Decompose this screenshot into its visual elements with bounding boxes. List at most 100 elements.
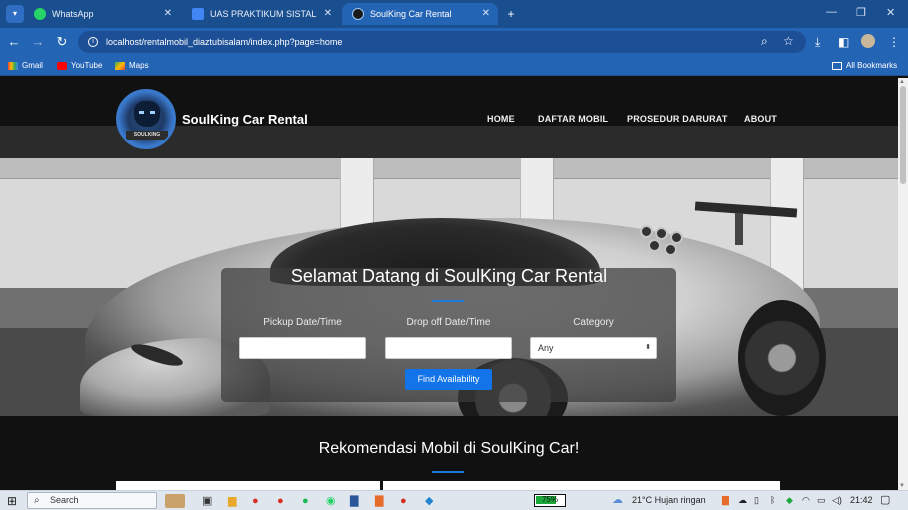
bookmark-label: Maps (129, 61, 149, 70)
category-select[interactable]: Any ⬍ (530, 337, 657, 359)
all-bookmarks-label: All Bookmarks (846, 61, 898, 70)
close-tab-icon[interactable]: ✕ (324, 8, 332, 19)
maps-icon (115, 61, 125, 70)
heading-underline (432, 471, 464, 473)
dropoff-label: Drop off Date/Time (406, 317, 491, 328)
tab-title: UAS PRAKTIKUM SISTAL (210, 9, 317, 19)
heading-underline (432, 300, 464, 302)
download-icon[interactable]: ⤓ (815, 35, 820, 50)
hero-section: SOULKING SoulKing Car Rental HOME DAFTAR… (0, 78, 898, 416)
recommendation-section: Rekomendasi Mobil di SoulKing Car! (0, 416, 898, 490)
notification-icon[interactable]: ▢ (880, 493, 890, 506)
whatsapp-taskbar-icon[interactable]: ◉ (326, 494, 336, 508)
url-text: localhost/rentalmobil_diaztubisalam/inde… (106, 37, 343, 47)
folder-icon (832, 61, 842, 70)
vscode-icon[interactable]: ◆ (425, 494, 433, 508)
windows-taskbar: ⊞ ⌕ Search ▣ ▆ ● ● ● ◉ ▇ ▇ ● ◆ 75% ☁ 21°… (0, 490, 908, 510)
taskbar-search[interactable]: ⌕ Search (27, 492, 157, 509)
profile-avatar[interactable] (861, 34, 875, 48)
wifi-icon[interactable]: ◠ (802, 495, 810, 506)
clock[interactable]: 21:42 (850, 495, 873, 505)
tray-device-icon[interactable]: ▯ (754, 495, 759, 506)
chrome-profile-icon[interactable]: ● (277, 494, 284, 508)
nav-daftar-mobil[interactable]: DAFTAR MOBIL (538, 114, 608, 124)
page-scrollbar[interactable]: ▲ ▼ (898, 78, 908, 490)
battery-label: 75% (541, 495, 558, 504)
find-availability-button[interactable]: Find Availability (405, 369, 492, 390)
select-arrows-icon: ⬍ (645, 344, 651, 351)
app-icon[interactable]: ▇ (375, 494, 383, 508)
car-card[interactable] (383, 481, 780, 490)
globe-icon (352, 8, 364, 20)
back-icon[interactable]: ← (6, 34, 22, 50)
cloud-icon[interactable]: ☁ (738, 495, 747, 506)
restore-icon[interactable]: ❐ (856, 6, 866, 19)
welcome-heading: Selamat Datang di SoulKing Car Rental (290, 266, 608, 286)
nav-prosedur-darurat[interactable]: PROSEDUR DARURAT (627, 114, 728, 124)
bookmark-label: YouTube (71, 61, 103, 70)
tab-uas-praktikum[interactable]: UAS PRAKTIKUM SISTAL ✕ (182, 3, 340, 25)
search-highlight-icon (165, 494, 185, 508)
tab-title: SoulKing Car Rental (370, 9, 452, 19)
bookmarks-bar: Gmail YouTube Maps All Bookmarks (0, 56, 908, 76)
close-window-icon[interactable]: ✕ (886, 6, 895, 19)
category-value: Any (538, 343, 554, 353)
weather-text[interactable]: 21°C Hujan ringan (632, 495, 706, 505)
browser-tab-bar: ▾ WhatsApp ✕ UAS PRAKTIKUM SISTAL ✕ Soul… (0, 0, 908, 28)
pickup-label: Pickup Date/Time (263, 317, 342, 328)
task-view-icon[interactable]: ▣ (202, 494, 212, 508)
category-label: Category (573, 317, 614, 328)
tray-app-icon[interactable]: ▇ (722, 495, 729, 506)
forward-icon[interactable]: → (30, 34, 46, 50)
new-tab-button[interactable]: + (502, 5, 520, 23)
web-page: SOULKING SoulKing Car Rental HOME DAFTAR… (0, 78, 898, 490)
document-icon (192, 8, 204, 20)
tab-title: WhatsApp (52, 9, 94, 19)
word-icon[interactable]: ▇ (350, 494, 358, 508)
all-bookmarks[interactable]: All Bookmarks (832, 61, 897, 70)
tab-whatsapp[interactable]: WhatsApp ✕ (24, 3, 180, 25)
site-info-icon[interactable]: i (88, 37, 98, 47)
tab-soulking[interactable]: SoulKing Car Rental ✕ (342, 3, 498, 25)
recommendation-heading: Rekomendasi Mobil di SoulKing Car! (318, 440, 580, 457)
nav-about[interactable]: ABOUT (744, 114, 777, 124)
spotify-icon[interactable]: ● (302, 494, 309, 508)
bookmark-label: Gmail (22, 61, 43, 70)
youtube-icon (57, 61, 67, 70)
nav-home[interactable]: HOME (487, 114, 515, 124)
car-card[interactable] (116, 481, 380, 490)
chrome-icon-2[interactable]: ● (400, 494, 407, 508)
close-tab-icon[interactable]: ✕ (164, 8, 172, 19)
gmail-icon (8, 61, 18, 70)
minimize-icon[interactable]: — (826, 6, 837, 18)
scrollbar-thumb[interactable] (900, 86, 906, 184)
bookmark-youtube[interactable]: YouTube (57, 61, 102, 70)
bookmark-maps[interactable]: Maps (115, 61, 149, 70)
chrome-icon[interactable]: ● (252, 494, 259, 508)
site-logo[interactable]: SOULKING (116, 89, 176, 149)
browser-toolbar: ← → ↻ i localhost/rentalmobil_diaztubisa… (0, 28, 908, 56)
side-panel-icon[interactable]: ◧ (838, 35, 849, 49)
brand-name[interactable]: SoulKing Car Rental (182, 112, 308, 127)
dropoff-datetime-input[interactable] (385, 337, 512, 359)
bookmark-gmail[interactable]: Gmail (8, 61, 43, 70)
search-label: Search (50, 495, 79, 505)
search-icon: ⌕ (34, 495, 40, 506)
menu-icon[interactable]: ⋮ (888, 35, 900, 49)
tab-search-button[interactable]: ▾ (6, 5, 24, 23)
reload-icon[interactable]: ↻ (54, 34, 70, 50)
volume-icon[interactable]: ◁) (832, 495, 842, 506)
whatsapp-icon (34, 8, 46, 20)
bookmark-star-icon[interactable]: ☆ (783, 34, 794, 48)
bluetooth-icon[interactable]: ᛒ (770, 495, 775, 505)
address-bar[interactable]: i localhost/rentalmobil_diaztubisalam/in… (78, 31, 806, 53)
battery-tray-icon[interactable]: ▭ (817, 495, 826, 506)
battery-indicator: 75% (534, 494, 566, 507)
windows-start-icon[interactable]: ⊞ (7, 494, 17, 508)
close-tab-icon[interactable]: ✕ (482, 8, 490, 19)
zoom-icon[interactable]: ⌕ (761, 34, 768, 49)
shield-icon[interactable]: ◆ (786, 495, 793, 506)
weather-icon: ☁ (612, 494, 623, 506)
file-explorer-icon[interactable]: ▆ (228, 494, 236, 508)
pickup-datetime-input[interactable] (239, 337, 366, 359)
